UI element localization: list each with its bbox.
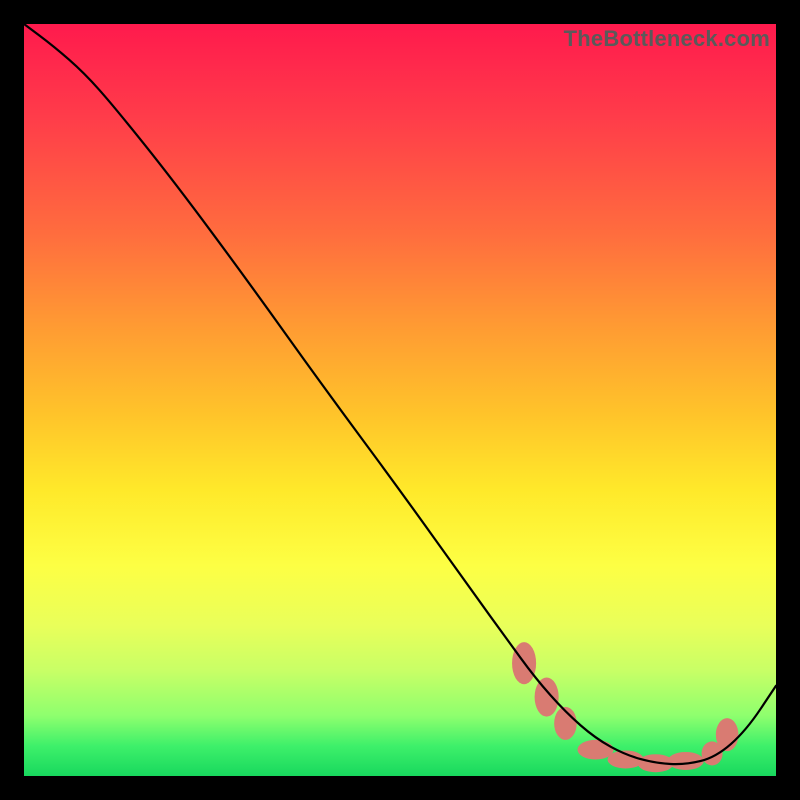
chart-svg [24, 24, 776, 776]
plot-area: TheBottleneck.com [24, 24, 776, 776]
chart-frame: TheBottleneck.com [0, 0, 800, 800]
trough-marker [577, 740, 613, 760]
trough-marker [535, 677, 559, 716]
bottleneck-curve [24, 24, 776, 764]
